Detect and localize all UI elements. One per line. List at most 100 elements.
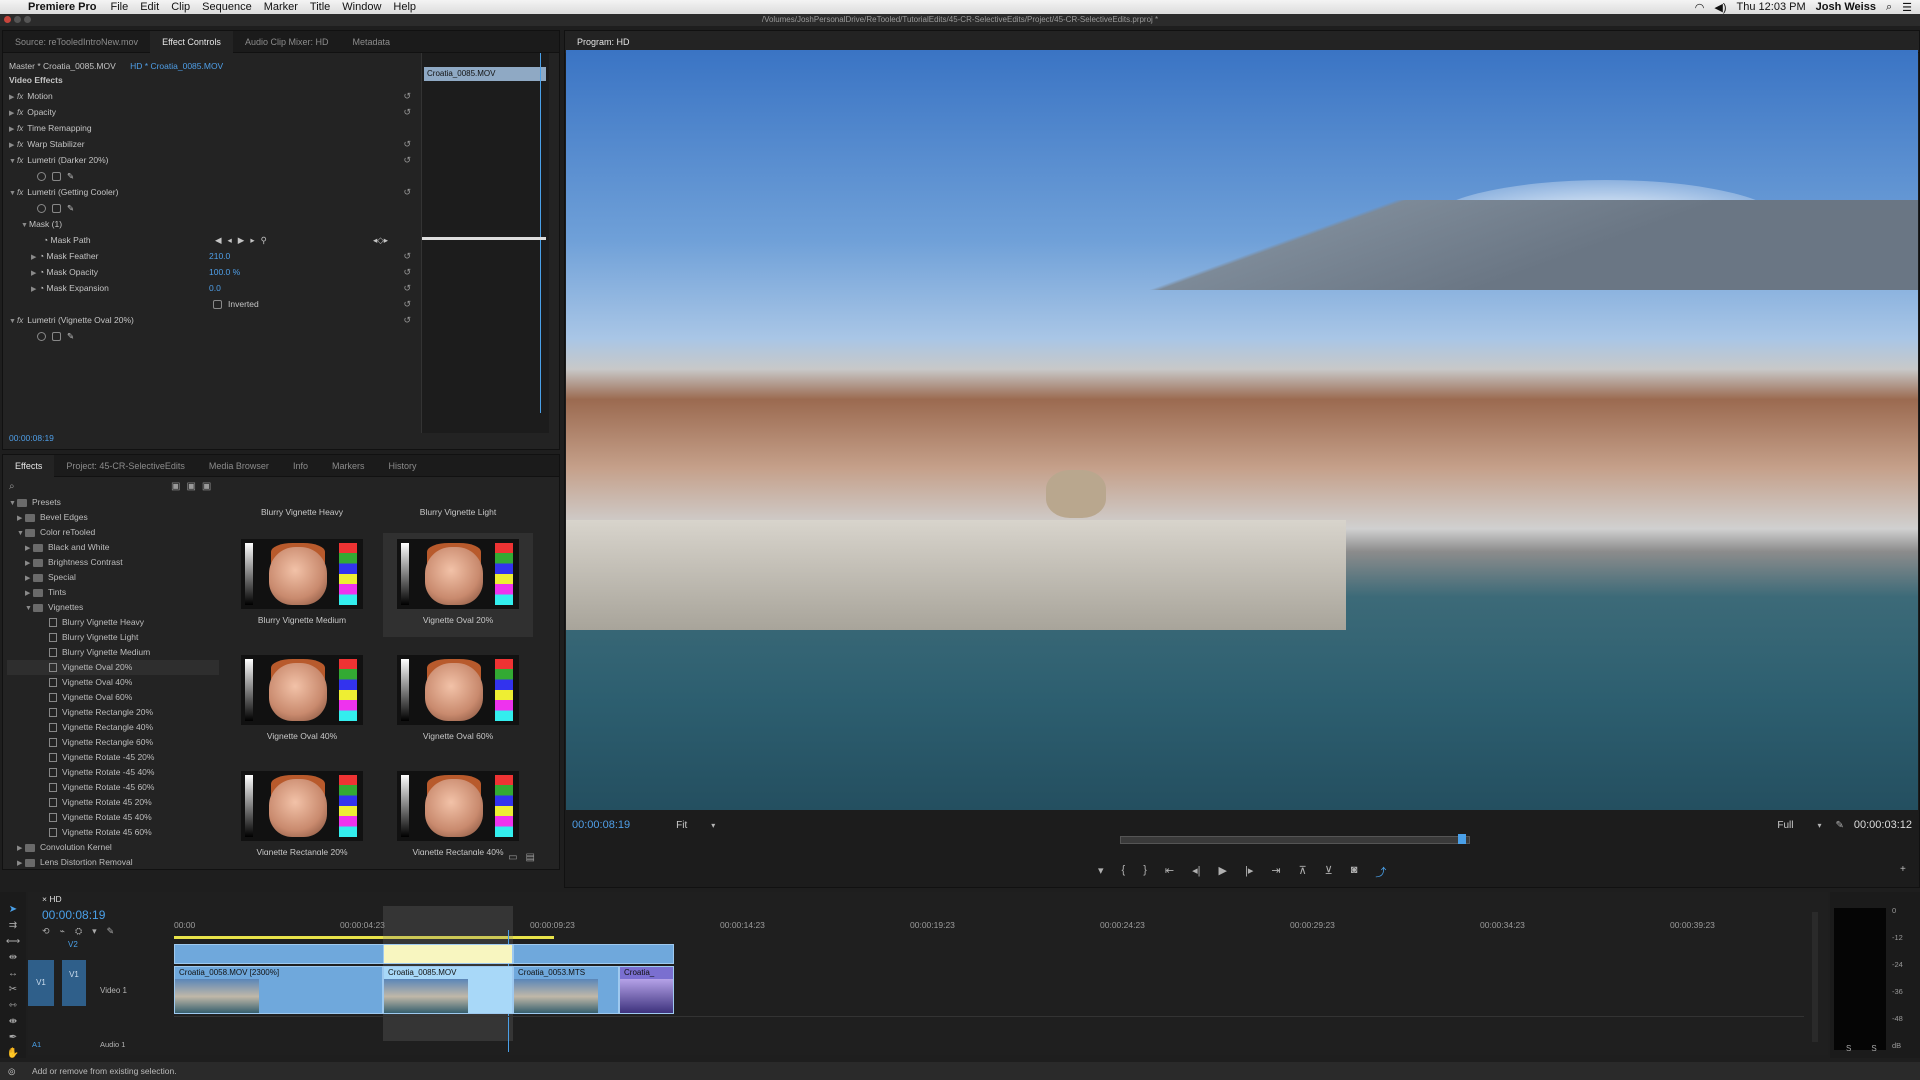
mini-clip[interactable]: Croatia_0085.MOV: [424, 67, 546, 81]
tree-item[interactable]: Color reTooled: [40, 527, 95, 537]
tab-media-browser[interactable]: Media Browser: [197, 455, 281, 477]
zoom-window-button[interactable]: [24, 16, 31, 23]
stopwatch-icon[interactable]: ◔: [39, 283, 47, 293]
tree-item[interactable]: Vignettes: [48, 602, 83, 612]
tree-item[interactable]: Bevel Edges: [40, 512, 88, 522]
effect-time-remapping[interactable]: Time Remapping: [27, 123, 91, 133]
reset-icon[interactable]: ↺: [403, 89, 411, 104]
slide-tool-icon[interactable]: ⇼: [9, 1016, 17, 1027]
rolling-edit-tool-icon[interactable]: ⇹: [9, 952, 17, 963]
reset-icon[interactable]: ↺: [403, 313, 411, 328]
menu-help[interactable]: Help: [393, 1, 416, 13]
tree-item[interactable]: Presets: [32, 497, 61, 507]
tab-source[interactable]: Source: reTooledIntroNew.mov: [3, 31, 150, 53]
ripple-edit-tool-icon[interactable]: ⟷: [6, 936, 20, 947]
reset-icon[interactable]: ↺: [403, 265, 411, 280]
timeline-clip[interactable]: Croatia_0058.MOV [2300%]: [174, 966, 383, 1014]
timeline-clip[interactable]: Croatia_0053.MTS: [513, 966, 619, 1014]
effect-lumetri-darker[interactable]: Lumetri (Darker 20%): [27, 155, 108, 165]
timeline-timecode[interactable]: 00:00:08:19: [42, 908, 105, 922]
slip-tool-icon[interactable]: ⇿: [9, 1000, 17, 1011]
monitor-scrubber[interactable]: [572, 834, 1912, 846]
reset-icon[interactable]: ↺: [403, 137, 411, 152]
tree-item[interactable]: Tints: [48, 587, 66, 597]
mark-out-button[interactable]: }: [1143, 864, 1147, 880]
thumb-label[interactable]: Blurry Vignette Light: [383, 507, 533, 517]
tree-item[interactable]: Vignette Rectangle 40%: [62, 722, 153, 732]
volume-icon[interactable]: ◀): [1714, 1, 1726, 14]
effect-lumetri-cooler[interactable]: Lumetri (Getting Cooler): [27, 187, 118, 197]
go-to-in-button[interactable]: ⇤: [1165, 864, 1174, 880]
program-timecode[interactable]: 00:00:08:19: [572, 819, 630, 831]
ellipse-mask-icon[interactable]: [37, 332, 46, 342]
tree-item[interactable]: Vignette Rotate 45 20%: [62, 797, 152, 807]
clock[interactable]: Thu 12:03 PM: [1737, 1, 1806, 13]
v2-clip[interactable]: [513, 944, 674, 964]
thumb-label[interactable]: Blurry Vignette Heavy: [227, 507, 377, 517]
rectangle-mask-icon[interactable]: [52, 332, 61, 342]
step-forward-button[interactable]: |▸: [1245, 864, 1253, 880]
inverted-checkbox[interactable]: [213, 300, 222, 310]
hand-tool-icon[interactable]: ✋: [7, 1048, 19, 1059]
list-icon[interactable]: ☰: [1902, 1, 1912, 14]
timeline-clip[interactable]: Croatia_: [619, 966, 674, 1014]
mask-tracking-controls[interactable]: ◀◂▶▸⚲: [215, 233, 273, 248]
tree-item[interactable]: Black and White: [48, 542, 109, 552]
tab-project[interactable]: Project: 45-CR-SelectiveEdits: [54, 455, 197, 477]
menu-sequence[interactable]: Sequence: [202, 1, 252, 13]
preset-thumb[interactable]: Vignette Rectangle 20%: [227, 771, 377, 855]
tab-effects[interactable]: Effects: [3, 454, 55, 477]
tree-item[interactable]: Vignette Rotate -45 60%: [62, 782, 154, 792]
tab-metadata[interactable]: Metadata: [340, 31, 402, 53]
playhead[interactable]: [1458, 834, 1466, 844]
solo-buttons[interactable]: SS: [1846, 1044, 1897, 1053]
tree-item[interactable]: Special: [48, 572, 76, 582]
wifi-icon[interactable]: ◠: [1695, 1, 1705, 14]
pen-mask-icon[interactable]: ✎: [67, 171, 74, 181]
menu-edit[interactable]: Edit: [140, 1, 159, 13]
effect-lumetri-vignette[interactable]: Lumetri (Vignette Oval 20%): [27, 315, 134, 325]
tree-item[interactable]: Blurry Vignette Medium: [62, 647, 150, 657]
effect-opacity[interactable]: Opacity: [27, 107, 56, 117]
effect-warp-stabilizer[interactable]: Warp Stabilizer: [27, 139, 84, 149]
track-a1-label[interactable]: A1: [32, 1040, 41, 1049]
tab-audio-clip-mixer[interactable]: Audio Clip Mixer: HD: [233, 31, 341, 53]
preset-thumb-selected[interactable]: Vignette Oval 20%: [383, 533, 533, 637]
reset-icon[interactable]: ↺: [403, 105, 411, 120]
quality-dropdown[interactable]: Full: [1777, 820, 1793, 831]
rectangle-mask-icon[interactable]: [52, 204, 61, 214]
wrench-icon[interactable]: ✎: [1835, 820, 1843, 831]
selection-tool-icon[interactable]: ➤: [9, 904, 17, 915]
tab-sequence-hd[interactable]: HD: [49, 894, 61, 904]
tree-item[interactable]: Vignette Rectangle 20%: [62, 707, 153, 717]
tree-item[interactable]: Vignette Rotate -45 20%: [62, 752, 154, 762]
track-v1-target[interactable]: V1: [62, 960, 86, 1006]
menu-marker[interactable]: Marker: [264, 1, 298, 13]
mask-opacity-value[interactable]: 100.0 %: [209, 265, 240, 280]
effect-controls-timecode[interactable]: 00:00:08:19: [9, 431, 54, 446]
tree-item[interactable]: Vignette Oval 60%: [62, 692, 132, 702]
tree-item[interactable]: Brightness Contrast: [48, 557, 123, 567]
timeline-tool-icons[interactable]: ⟲⌁⛭▾✎: [42, 926, 124, 937]
play-button[interactable]: ▶: [1219, 864, 1227, 880]
tree-item[interactable]: Lens Distortion Removal: [40, 857, 133, 867]
button-editor-icon[interactable]: ⤴: [1375, 864, 1386, 880]
preset-thumb[interactable]: Vignette Oval 60%: [383, 655, 533, 741]
tab-effect-controls[interactable]: Effect Controls: [150, 30, 233, 53]
mask-feather-value[interactable]: 210.0: [209, 249, 230, 264]
folder-trash-icons[interactable]: ▭▤: [508, 852, 543, 863]
effect-motion[interactable]: Motion: [27, 91, 53, 101]
minimize-window-button[interactable]: [14, 16, 21, 23]
timeline-clip-selected[interactable]: Croatia_0085.MOV: [383, 966, 513, 1014]
menu-clip[interactable]: Clip: [171, 1, 190, 13]
search-icon[interactable]: ⌕: [9, 481, 15, 492]
ellipse-mask-icon[interactable]: [37, 204, 46, 214]
tree-item[interactable]: Vignette Oval 40%: [62, 677, 132, 687]
tab-markers[interactable]: Markers: [320, 455, 377, 477]
razor-tool-icon[interactable]: ✂: [9, 984, 17, 995]
stopwatch-icon[interactable]: ◔: [43, 235, 51, 245]
mask-expansion-value[interactable]: 0.0: [209, 281, 221, 296]
chevron-down-icon[interactable]: ▾: [711, 821, 715, 830]
step-back-button[interactable]: ◂|: [1192, 864, 1200, 880]
tree-item[interactable]: Vignette Rotate 45 60%: [62, 827, 152, 837]
